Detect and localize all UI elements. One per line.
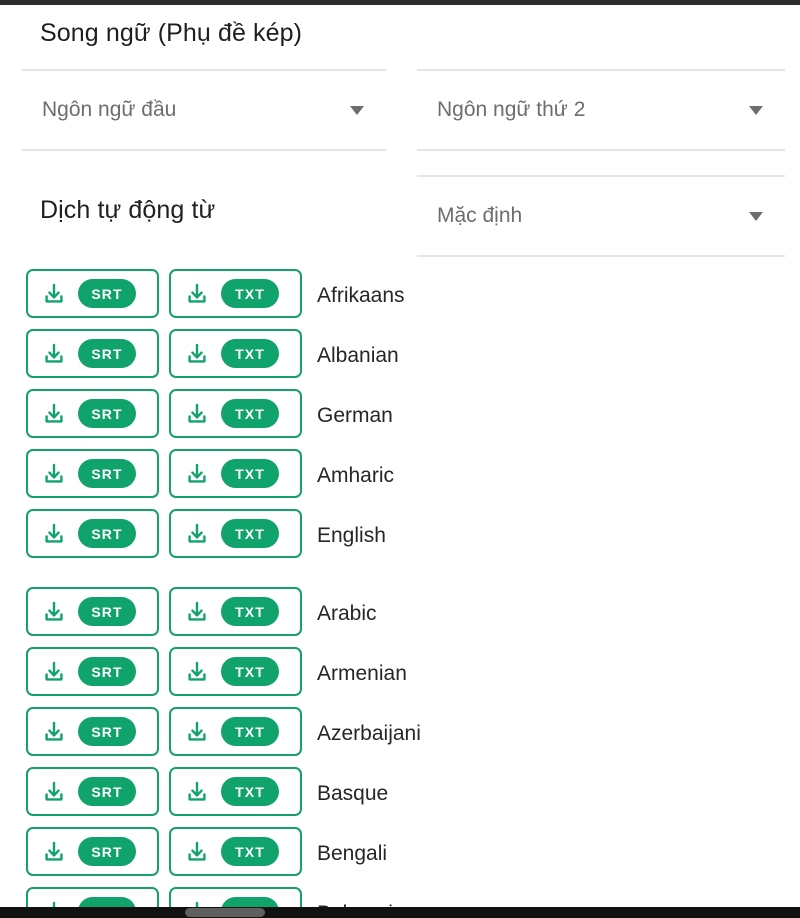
chevron-down-icon xyxy=(344,105,370,115)
download-icon xyxy=(41,281,67,307)
download-icon xyxy=(184,341,210,367)
download-icon xyxy=(41,341,67,367)
download-icon xyxy=(184,839,210,865)
download-srt-button[interactable]: SRT xyxy=(26,767,159,816)
download-srt-button[interactable]: SRT xyxy=(26,827,159,876)
download-txt-button[interactable]: TXT xyxy=(169,329,302,378)
srt-format-pill: SRT xyxy=(78,459,136,488)
download-srt-button[interactable]: SRT xyxy=(26,449,159,498)
srt-format-pill: SRT xyxy=(78,717,136,746)
auto-translate-source-select-value: Mặc định xyxy=(437,204,523,227)
language-name: Arabic xyxy=(317,602,377,625)
download-txt-button[interactable]: TXT xyxy=(169,269,302,318)
txt-format-pill: TXT xyxy=(221,399,279,428)
txt-format-pill: TXT xyxy=(221,657,279,686)
txt-format-pill: TXT xyxy=(221,597,279,626)
srt-format-pill: SRT xyxy=(78,339,136,368)
srt-format-pill: SRT xyxy=(78,279,136,308)
download-icon xyxy=(41,779,67,805)
download-icon xyxy=(41,719,67,745)
srt-format-pill: SRT xyxy=(78,657,136,686)
download-icon xyxy=(41,401,67,427)
window-bottom-bar xyxy=(0,907,800,918)
download-txt-button[interactable]: TXT xyxy=(169,509,302,558)
download-icon xyxy=(184,719,210,745)
language-name: Albanian xyxy=(317,344,399,367)
language-row: SRT TXT German xyxy=(0,386,800,446)
download-icon xyxy=(184,599,210,625)
download-txt-button[interactable]: TXT xyxy=(169,587,302,636)
language-row: SRT TXT Belarusian xyxy=(0,884,800,909)
download-txt-button[interactable]: TXT xyxy=(169,887,302,909)
txt-format-pill: TXT xyxy=(221,717,279,746)
download-srt-button[interactable]: SRT xyxy=(26,647,159,696)
download-txt-button[interactable]: TXT xyxy=(169,647,302,696)
download-icon xyxy=(184,521,210,547)
download-icon xyxy=(184,659,210,685)
first-language-select-value: Ngôn ngữ đầu xyxy=(42,98,177,121)
page-content: Song ngữ (Phụ đề kép) Ngôn ngữ đầu Ngôn … xyxy=(0,5,800,909)
download-icon xyxy=(184,779,210,805)
download-icon xyxy=(41,659,67,685)
txt-format-pill: TXT xyxy=(221,459,279,488)
language-name: Armenian xyxy=(317,662,407,685)
download-icon xyxy=(184,401,210,427)
txt-format-pill: TXT xyxy=(221,339,279,368)
download-srt-button[interactable]: SRT xyxy=(26,269,159,318)
txt-format-pill: TXT xyxy=(221,837,279,866)
download-icon xyxy=(184,461,210,487)
srt-format-pill: SRT xyxy=(78,519,136,548)
language-download-list: SRT TXT Afrikaans SRT TXT Albanian SRT TXT Germa… xyxy=(0,266,800,909)
bilingual-section-title: Song ngữ (Phụ đề kép) xyxy=(40,19,303,47)
language-row: SRT TXT English xyxy=(0,506,800,566)
txt-format-pill: TXT xyxy=(221,777,279,806)
language-row: SRT TXT Afrikaans xyxy=(0,266,800,326)
download-icon xyxy=(41,839,67,865)
second-language-select-value: Ngôn ngữ thứ 2 xyxy=(437,98,586,121)
download-txt-button[interactable]: TXT xyxy=(169,707,302,756)
auto-translate-source-select[interactable]: Mặc định xyxy=(417,175,785,257)
language-name: Afrikaans xyxy=(317,284,405,307)
language-name: Basque xyxy=(317,782,389,805)
download-icon xyxy=(184,281,210,307)
srt-format-pill: SRT xyxy=(78,837,136,866)
chevron-down-icon xyxy=(743,211,769,221)
chevron-down-icon xyxy=(743,105,769,115)
language-name: Azerbaijani xyxy=(317,722,421,745)
download-srt-button[interactable]: SRT xyxy=(26,707,159,756)
language-row: SRT TXT Albanian xyxy=(0,326,800,386)
download-txt-button[interactable]: TXT xyxy=(169,449,302,498)
language-name: Amharic xyxy=(317,464,395,487)
txt-format-pill: TXT xyxy=(221,279,279,308)
language-name: English xyxy=(317,524,386,547)
srt-format-pill: SRT xyxy=(78,597,136,626)
language-row: SRT TXT Basque xyxy=(0,764,800,824)
download-srt-button[interactable]: SRT xyxy=(26,389,159,438)
language-row: SRT TXT Bengali xyxy=(0,824,800,884)
language-name: Belarusian xyxy=(317,884,416,909)
language-row: SRT TXT Arabic xyxy=(0,584,800,644)
download-txt-button[interactable]: TXT xyxy=(169,827,302,876)
download-srt-button[interactable]: SRT xyxy=(26,887,159,909)
download-txt-button[interactable]: TXT xyxy=(169,767,302,816)
language-name: German xyxy=(317,404,393,427)
download-srt-button[interactable]: SRT xyxy=(26,329,159,378)
language-row: SRT TXT Amharic xyxy=(0,446,800,506)
horizontal-scrollbar-thumb[interactable] xyxy=(185,908,265,917)
download-srt-button[interactable]: SRT xyxy=(26,587,159,636)
first-language-select[interactable]: Ngôn ngữ đầu xyxy=(22,69,386,151)
second-language-select[interactable]: Ngôn ngữ thứ 2 xyxy=(417,69,785,151)
download-srt-button[interactable]: SRT xyxy=(26,509,159,558)
language-row: SRT TXT Armenian xyxy=(0,644,800,704)
auto-translate-section-title: Dịch tự động từ xyxy=(40,196,216,224)
language-row: SRT TXT Azerbaijani xyxy=(0,704,800,764)
download-icon xyxy=(41,461,67,487)
srt-format-pill: SRT xyxy=(78,399,136,428)
download-icon xyxy=(41,599,67,625)
language-name: Bengali xyxy=(317,842,388,865)
download-txt-button[interactable]: TXT xyxy=(169,389,302,438)
download-icon xyxy=(41,521,67,547)
srt-format-pill: SRT xyxy=(78,777,136,806)
txt-format-pill: TXT xyxy=(221,519,279,548)
